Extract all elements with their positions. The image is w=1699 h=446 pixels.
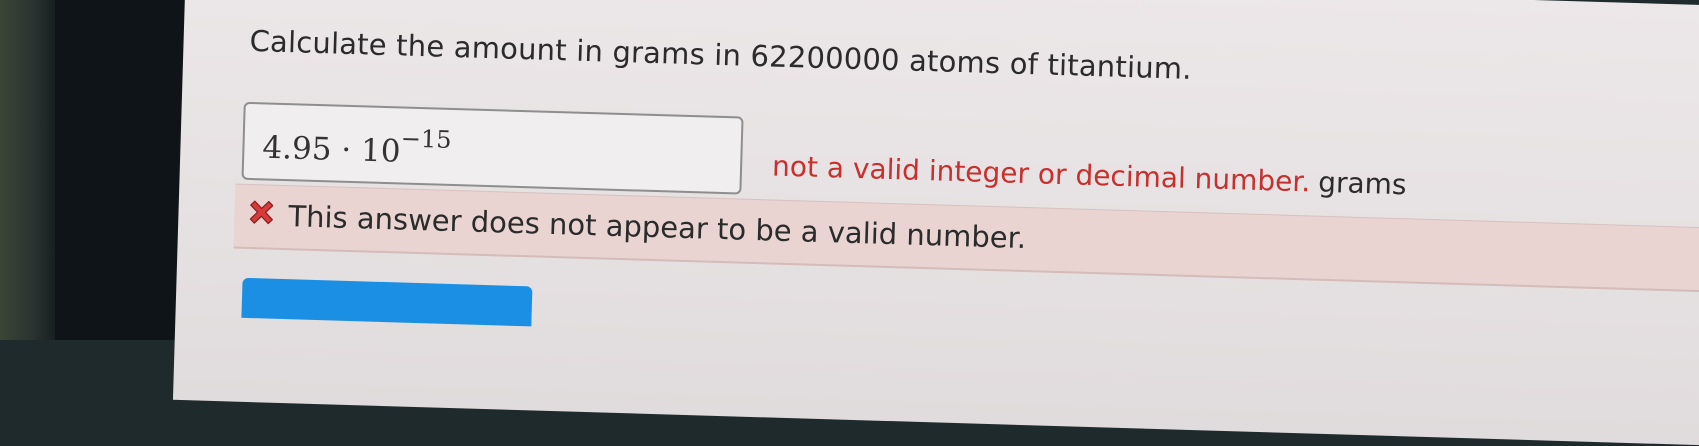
submit-button[interactable] [241, 277, 533, 327]
validation-text: not a valid integer or decimal number. [771, 149, 1311, 199]
monitor-bezel-edge [0, 0, 60, 340]
answer-input[interactable]: 4.95 · 10−15 [241, 101, 744, 195]
question-panel: Calculate the amount in grams in 6220000… [172, 0, 1699, 446]
validation-message: not a valid integer or decimal number. gr… [772, 149, 1407, 201]
x-icon [246, 197, 277, 228]
answer-mantissa: 4.95 [261, 129, 333, 168]
answer-base: 10 [360, 132, 402, 170]
multiply-dot: · [340, 132, 352, 169]
answer-exponent: −15 [400, 124, 452, 154]
answer-value: 4.95 · 10−15 [262, 124, 452, 171]
unit-label: grams [1317, 165, 1408, 202]
feedback-bar: This answer does not appear to be a vali… [233, 183, 1699, 294]
question-text: Calculate the amount in grams in 6220000… [249, 23, 1193, 86]
feedback-text: This answer does not appear to be a vali… [287, 199, 1027, 256]
